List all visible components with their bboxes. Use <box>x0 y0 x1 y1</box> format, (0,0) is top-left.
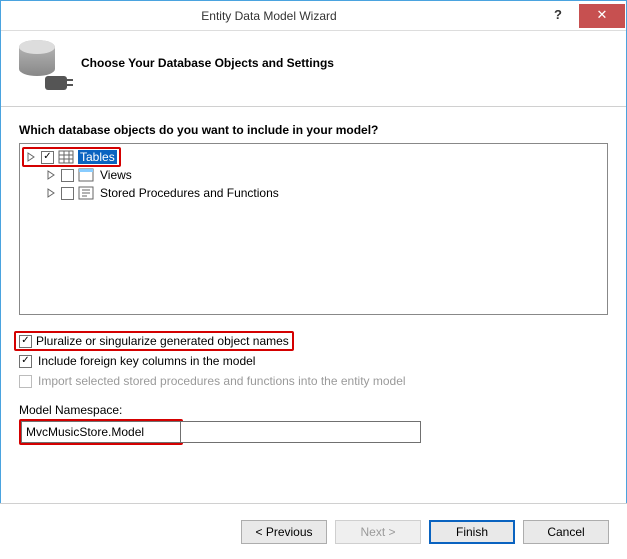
option-import-sprocs: Import selected stored procedures and fu… <box>19 371 608 391</box>
wizard-header: Choose Your Database Objects and Setting… <box>1 31 626 107</box>
views-checkbox[interactable] <box>61 169 74 182</box>
tables-label[interactable]: Tables <box>78 150 117 164</box>
next-button: Next > <box>335 520 421 544</box>
options-group: Pluralize or singularize generated objec… <box>19 331 608 391</box>
tree-item-tables[interactable]: Tables <box>26 148 601 166</box>
views-icon <box>78 168 94 182</box>
objects-tree[interactable]: Tables Views Stored Procedures and Funct… <box>19 143 608 315</box>
expand-icon[interactable] <box>26 152 37 163</box>
tree-item-sprocs[interactable]: Stored Procedures and Functions <box>26 184 601 202</box>
sprocs-icon <box>78 186 94 200</box>
tree-item-views[interactable]: Views <box>26 166 601 184</box>
titlebar: Entity Data Model Wizard ? ✕ <box>1 1 626 31</box>
pluralize-label: Pluralize or singularize generated objec… <box>36 334 289 348</box>
views-label[interactable]: Views <box>98 168 134 182</box>
wizard-content: Which database objects do you want to in… <box>1 107 626 445</box>
option-fk[interactable]: Include foreign key columns in the model <box>19 351 608 371</box>
expand-icon[interactable] <box>46 170 57 181</box>
pluralize-checkbox[interactable] <box>19 335 32 348</box>
tables-checkbox[interactable] <box>41 151 54 164</box>
sprocs-label[interactable]: Stored Procedures and Functions <box>98 186 281 200</box>
help-button[interactable]: ? <box>537 4 579 28</box>
database-icon <box>19 40 67 92</box>
namespace-input-extend[interactable] <box>181 421 421 443</box>
finish-button[interactable]: Finish <box>429 520 515 544</box>
namespace-label: Model Namespace: <box>19 403 608 417</box>
option-pluralize[interactable]: Pluralize or singularize generated objec… <box>19 331 608 351</box>
wizard-buttons: < Previous Next > Finish Cancel <box>0 503 627 559</box>
import-sprocs-checkbox <box>19 375 32 388</box>
expand-icon[interactable] <box>46 188 57 199</box>
fk-label: Include foreign key columns in the model <box>38 354 255 368</box>
window-title: Entity Data Model Wizard <box>1 9 537 23</box>
namespace-input[interactable] <box>21 421 181 443</box>
sprocs-checkbox[interactable] <box>61 187 74 200</box>
import-sprocs-label: Import selected stored procedures and fu… <box>38 374 406 388</box>
close-button[interactable]: ✕ <box>579 4 625 28</box>
tables-icon <box>58 150 74 164</box>
previous-button[interactable]: < Previous <box>241 520 327 544</box>
fk-checkbox[interactable] <box>19 355 32 368</box>
cancel-button[interactable]: Cancel <box>523 520 609 544</box>
wizard-step-title: Choose Your Database Objects and Setting… <box>81 56 334 70</box>
prompt-label: Which database objects do you want to in… <box>19 123 608 137</box>
